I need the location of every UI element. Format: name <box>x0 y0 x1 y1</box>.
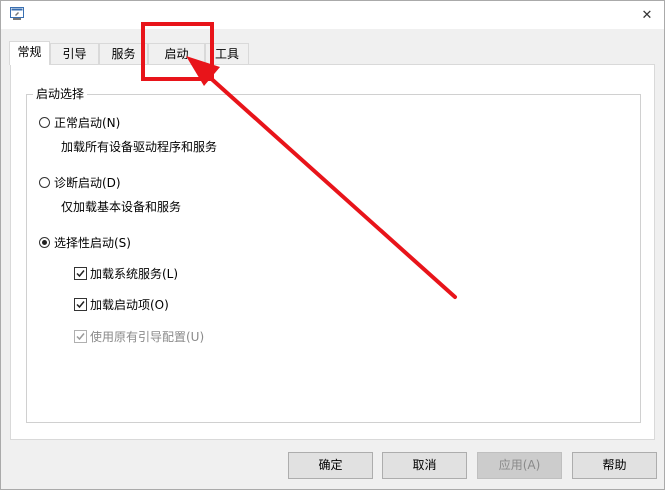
radio-selected-icon <box>39 237 50 248</box>
radio-label: 正常启动(N) <box>54 116 121 130</box>
checkbox-checked-icon <box>74 267 87 280</box>
tab-label: 常规 <box>17 45 42 59</box>
button-label: 帮助 <box>602 458 627 472</box>
checkbox-checked-icon <box>74 330 87 343</box>
use-original-boot-config-checkbox: 使用原有引导配置(U) <box>74 328 204 345</box>
load-startup-items-checkbox[interactable]: 加载启动项(O) <box>74 296 169 313</box>
tab-tools[interactable]: 工具 <box>205 43 249 64</box>
tab-label: 工具 <box>214 47 239 61</box>
checkbox-label: 使用原有引导配置(U) <box>90 330 205 344</box>
system-configuration-window: ✕ 常规 引导 服务 启动 工具 启动选择 正常启动(N) 加载所有设备驱动程序… <box>0 0 665 490</box>
selective-startup-radio[interactable]: 选择性启动(S) <box>39 234 131 251</box>
tab-label: 服务 <box>111 47 136 61</box>
ok-button[interactable]: 确定 <box>288 452 373 479</box>
checkbox-checked-icon <box>74 298 87 311</box>
group-title: 启动选择 <box>33 87 88 101</box>
tab-label: 引导 <box>62 47 87 61</box>
tab-label: 启动 <box>164 47 189 61</box>
normal-startup-description: 加载所有设备驱动程序和服务 <box>61 140 218 154</box>
general-tab-panel: 启动选择 正常启动(N) 加载所有设备驱动程序和服务 诊断启动(D) 仅加载基本… <box>10 64 655 440</box>
checkbox-label: 加载系统服务(L) <box>90 267 179 281</box>
button-label: 取消 <box>412 458 437 472</box>
app-icon <box>10 7 24 21</box>
title-bar: ✕ <box>1 1 664 29</box>
startup-selection-group: 启动选择 正常启动(N) 加载所有设备驱动程序和服务 诊断启动(D) 仅加载基本… <box>26 87 641 423</box>
close-icon: ✕ <box>641 7 653 23</box>
load-system-services-checkbox[interactable]: 加载系统服务(L) <box>74 265 178 282</box>
button-label: 应用(A) <box>498 458 541 472</box>
radio-icon <box>39 117 50 128</box>
help-button[interactable]: 帮助 <box>572 452 657 479</box>
tab-boot[interactable]: 引导 <box>50 43 99 64</box>
diagnostic-startup-radio[interactable]: 诊断启动(D) <box>39 174 121 191</box>
tab-general[interactable]: 常规 <box>9 41 50 65</box>
close-button[interactable]: ✕ <box>636 5 658 25</box>
tab-services[interactable]: 服务 <box>99 43 148 64</box>
checkbox-label: 加载启动项(O) <box>90 298 169 312</box>
radio-label: 诊断启动(D) <box>54 176 121 190</box>
cancel-button[interactable]: 取消 <box>382 452 467 479</box>
tab-startup[interactable]: 启动 <box>148 43 205 64</box>
button-label: 确定 <box>318 458 343 472</box>
normal-startup-radio[interactable]: 正常启动(N) <box>39 114 120 131</box>
apply-button: 应用(A) <box>477 452 562 479</box>
radio-label: 选择性启动(S) <box>54 236 131 250</box>
diagnostic-startup-description: 仅加载基本设备和服务 <box>61 200 182 214</box>
radio-icon <box>39 177 50 188</box>
